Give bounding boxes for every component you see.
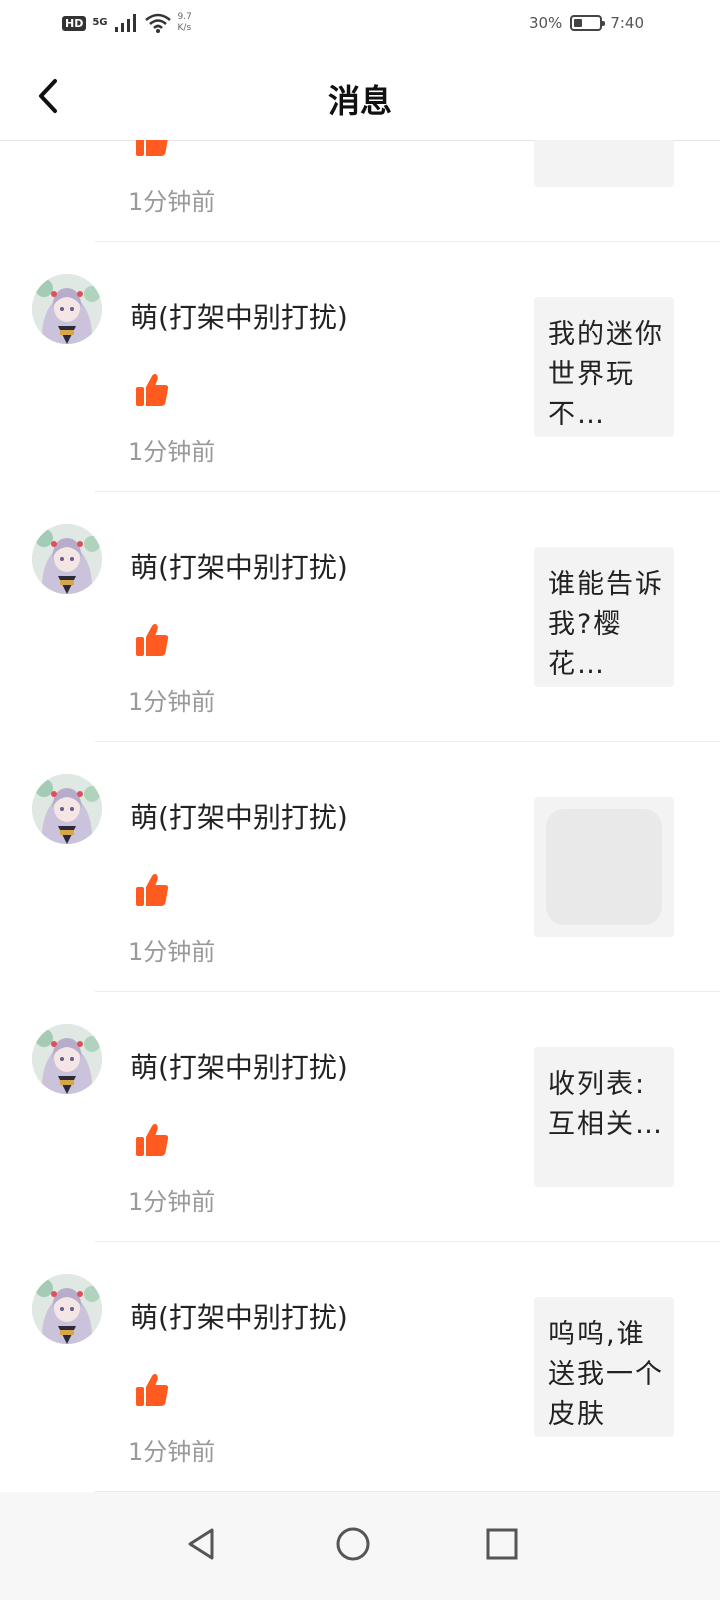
circle-home-icon <box>336 1527 370 1561</box>
clock: 7:40 <box>610 14 644 32</box>
avatar[interactable] <box>32 1274 102 1344</box>
post-preview[interactable]: 收列表:互相关… <box>534 1047 674 1187</box>
avatar-image <box>32 1274 102 1344</box>
square-recents-icon <box>486 1528 518 1560</box>
timestamp: 1分钟前 <box>128 938 216 966</box>
username[interactable]: 萌(打架中别打扰) <box>130 796 348 836</box>
timestamp: 1分钟前 <box>128 438 216 466</box>
nav-home-button[interactable] <box>321 1512 385 1576</box>
status-bar: HD 5G 9.7 K/s 30% 7:40 <box>0 0 720 52</box>
thumbs-up-icon <box>136 374 169 406</box>
message-item[interactable]: 萌(打架中别打扰) 1分钟前 谁能告诉我?樱花… <box>0 492 720 742</box>
post-preview[interactable]: 我的迷你世界玩不… <box>534 297 674 437</box>
wifi-icon <box>144 13 171 33</box>
message-item[interactable]: 萌(打架中别打扰) 1分钟前 呜呜,谁送我一个皮肤 <box>0 1242 720 1492</box>
app-header: 消息 <box>0 52 720 141</box>
hd-badge: HD <box>62 15 87 31</box>
speed-value: 9.7 <box>177 12 192 22</box>
username[interactable]: 萌(打架中别打扰) <box>130 1046 348 1086</box>
timestamp: 1分钟前 <box>128 188 216 216</box>
avatar[interactable] <box>32 774 102 844</box>
avatar[interactable] <box>32 524 102 594</box>
preview-text: 我的迷你世界玩不… <box>548 319 664 425</box>
avatar-image <box>32 524 102 594</box>
signal-icon <box>114 14 136 32</box>
preview-image-placeholder <box>546 809 662 925</box>
avatar-image <box>32 274 102 344</box>
speed-unit: K/s <box>177 23 192 33</box>
status-left: HD 5G 9.7 K/s <box>62 12 204 34</box>
message-list-track: 萌(打架中别打扰)1分钟前穷酷…萌(打架中别打扰)1分钟前我的迷你世界玩不…萌(… <box>0 140 720 1492</box>
navigation-bar <box>0 1492 720 1600</box>
post-preview[interactable] <box>534 797 674 937</box>
timestamp: 1分钟前 <box>128 1188 216 1216</box>
message-list[interactable]: 萌(打架中别打扰)1分钟前穷酷…萌(打架中别打扰)1分钟前我的迷你世界玩不…萌(… <box>0 140 720 1492</box>
preview-text: 收列表:互相关… <box>548 1069 664 1140</box>
avatar-image <box>32 774 102 844</box>
thumbs-up-icon <box>136 140 168 156</box>
timestamp: 1分钟前 <box>128 688 216 716</box>
message-item[interactable]: 萌(打架中别打扰) 1分钟前 我的迷你世界玩不… <box>0 242 720 492</box>
battery-fill <box>574 19 582 27</box>
thumbs-up-icon <box>136 1374 169 1406</box>
post-preview[interactable]: 呜呜,谁送我一个皮肤 <box>534 1297 674 1437</box>
nav-back-button[interactable] <box>170 1512 234 1576</box>
username[interactable]: 萌(打架中别打扰) <box>130 546 348 586</box>
thumbs-up-icon <box>136 1124 169 1156</box>
triangle-back-icon <box>188 1528 214 1560</box>
avatar[interactable] <box>32 1024 102 1094</box>
thumbs-up-icon <box>136 874 169 906</box>
page-title: 消息 <box>327 82 392 120</box>
battery-percent: 30% <box>528 14 563 32</box>
preview-text: 呜呜,谁送我一个皮肤 <box>548 1319 664 1425</box>
username[interactable]: 萌(打架中别打扰) <box>130 296 348 336</box>
message-item[interactable]: 萌(打架中别打扰) 1分钟前 <box>0 742 720 992</box>
message-item[interactable]: 萌(打架中别打扰)1分钟前穷酷… <box>0 140 720 242</box>
avatar-image <box>32 1024 102 1094</box>
message-item[interactable]: 萌(打架中别打扰) 1分钟前 收列表:互相关… <box>0 992 720 1242</box>
nav-recents-button[interactable] <box>470 1512 534 1576</box>
post-preview[interactable]: 穷酷… <box>534 140 674 187</box>
preview-text: 谁能告诉我?樱花… <box>548 569 664 675</box>
network-speed: 9.7 K/s <box>178 12 204 34</box>
username[interactable]: 萌(打架中别打扰) <box>130 1296 348 1336</box>
post-preview[interactable]: 谁能告诉我?樱花… <box>534 547 674 687</box>
battery-icon <box>570 15 606 31</box>
avatar[interactable] <box>32 274 102 344</box>
network-type: 5G <box>92 17 108 28</box>
thumbs-up-icon <box>136 624 169 656</box>
timestamp: 1分钟前 <box>128 1438 216 1466</box>
status-right: 30% 7:40 <box>529 14 644 32</box>
